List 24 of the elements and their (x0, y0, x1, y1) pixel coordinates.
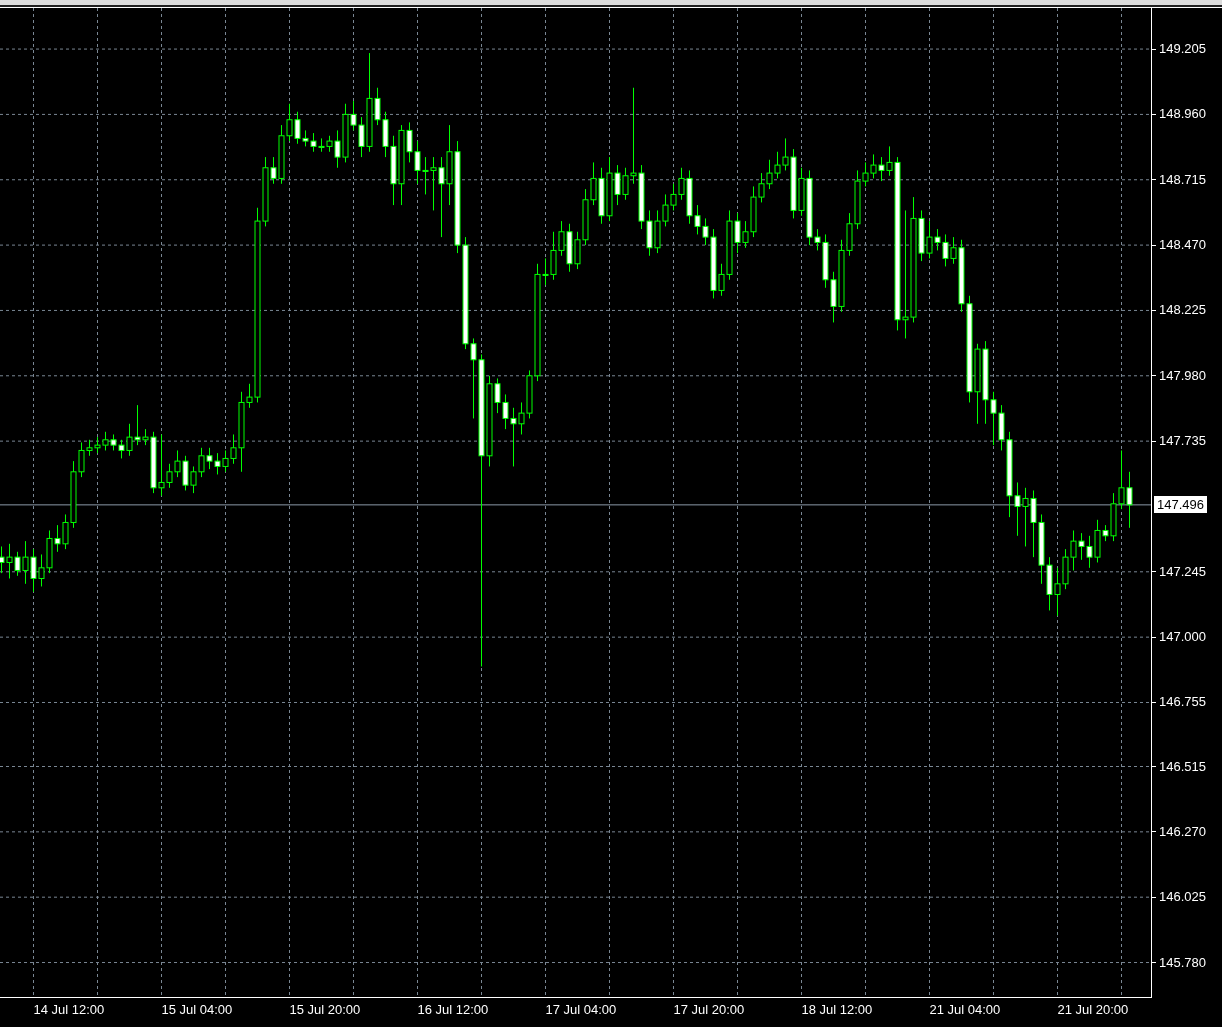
time-axis-label: 21 Jul 20:00 (1057, 1002, 1129, 1018)
price-axis-label: 145.780 (1159, 954, 1206, 971)
price-axis-label: 146.515 (1159, 758, 1206, 775)
price-axis-label: 149.205 (1159, 41, 1206, 58)
time-axis-label: 15 Jul 04:00 (161, 1002, 233, 1018)
time-axis-label: 15 Jul 20:00 (289, 1002, 361, 1018)
price-axis-label: 147.000 (1159, 629, 1206, 646)
time-axis-label: 21 Jul 04:00 (929, 1002, 1001, 1018)
price-axis-label: 146.270 (1159, 823, 1206, 840)
time-axis-label: 17 Jul 20:00 (673, 1002, 745, 1018)
time-axis-label: 14 Jul 12:00 (33, 1002, 105, 1018)
time-axis-label: 18 Jul 12:00 (801, 1002, 873, 1018)
current-price-label: 147.496 (1154, 495, 1207, 513)
price-axis-label: 147.245 (1159, 563, 1206, 580)
price-axis-label: 148.225 (1159, 302, 1206, 319)
price-axis-label: 148.715 (1159, 171, 1206, 188)
time-axis-label: 16 Jul 12:00 (417, 1002, 489, 1018)
price-axis-label: 147.735 (1159, 433, 1206, 450)
price-axis-label: 148.470 (1159, 237, 1206, 254)
time-axis-label: 17 Jul 04:00 (545, 1002, 617, 1018)
price-axis-label: 147.980 (1159, 367, 1206, 384)
price-axis-label: 148.960 (1159, 106, 1206, 123)
price-axis-label: 146.025 (1159, 889, 1206, 906)
price-axis-label: 146.755 (1159, 694, 1206, 711)
